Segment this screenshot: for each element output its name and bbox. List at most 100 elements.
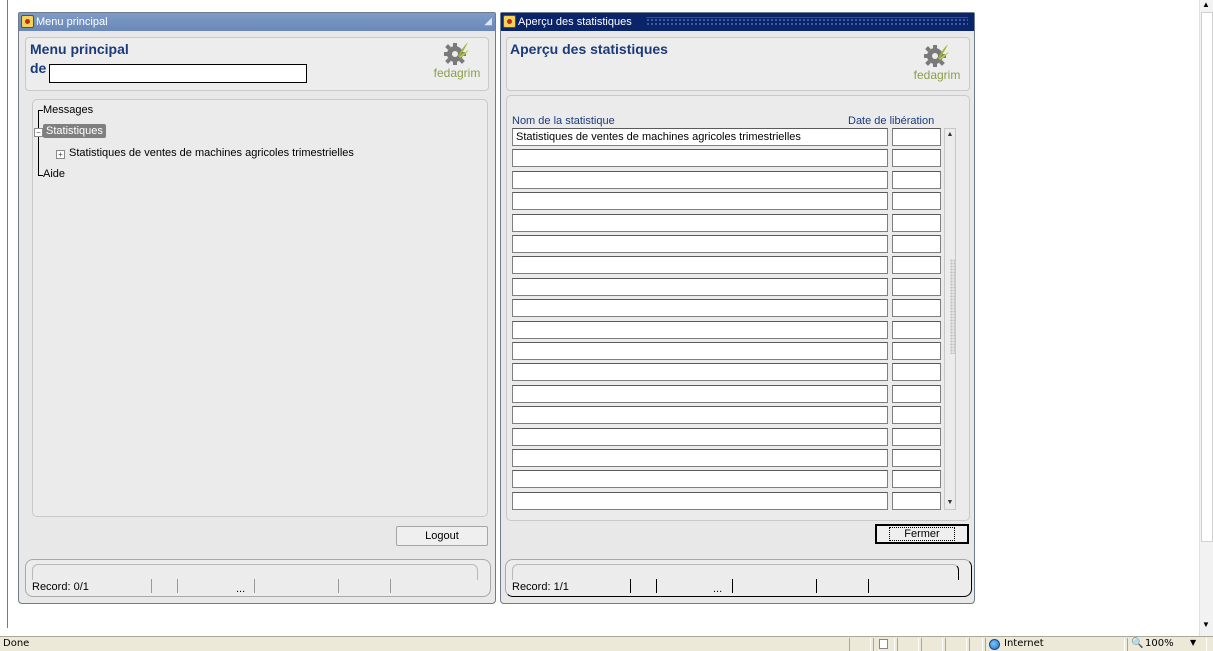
stat-date-cell[interactable] (892, 192, 941, 210)
stat-name-cell[interactable] (512, 428, 888, 446)
stat-name-cell[interactable] (512, 192, 888, 210)
stat-name-cell[interactable] (512, 363, 888, 381)
scroll-down-icon[interactable]: ▼ (945, 497, 955, 509)
status-divider (177, 579, 178, 593)
stat-date-cell[interactable] (892, 492, 941, 510)
tree-item-aide[interactable]: Aide (43, 168, 65, 180)
status-divider (338, 579, 339, 593)
apercu-statistiques-window: Aperçu des statistiques Aperçu des stati… (500, 12, 975, 604)
stat-name-cell[interactable] (512, 235, 888, 253)
stat-name-cell[interactable] (512, 256, 888, 274)
titlebar-pattern (646, 17, 968, 27)
forms-app-icon (21, 15, 34, 28)
status-divider (390, 579, 391, 593)
stat-date-cell[interactable] (892, 363, 941, 381)
fermer-label: Fermer (889, 527, 955, 541)
tree-item-messages[interactable]: Messages (43, 104, 93, 116)
stat-name-cell[interactable] (512, 214, 888, 232)
browser-status-bar: Done Internet 🔍 100% ▼ (0, 636, 1213, 651)
window-title: Menu principal (36, 16, 108, 28)
page-icon (879, 639, 888, 649)
stat-name-cell[interactable] (512, 278, 888, 296)
page-scrollbar[interactable]: ▲ ▼ (1199, 0, 1213, 636)
stat-date-cell[interactable] (892, 342, 941, 360)
page-scroll-down-icon[interactable]: ▼ (1202, 620, 1210, 630)
stat-date-cell[interactable] (892, 278, 941, 296)
stats-table-panel: Nom de la statistique Date de libération… (506, 95, 970, 521)
status-bar: Record: 0/1 ... (25, 559, 491, 597)
expand-icon[interactable]: + (56, 150, 65, 159)
logo-text: fedagrim (913, 68, 961, 82)
status-pane (921, 638, 943, 651)
table-scrollbar[interactable]: ▲ ▼ (944, 128, 956, 510)
status-divider (151, 579, 152, 593)
status-pane (897, 638, 919, 651)
stat-name-cell[interactable] (512, 299, 888, 317)
zoom-level: 100% (1145, 638, 1174, 649)
status-bar: Record: 1/1 ... (505, 559, 972, 597)
gear-wheat-icon (444, 42, 469, 65)
stat-date-cell[interactable] (892, 171, 941, 189)
menu-principal-window: Menu principal ◢ Menu principal de fedag… (18, 12, 496, 604)
column-header-name: Nom de la statistique (512, 115, 615, 127)
stat-date-cell[interactable] (892, 299, 941, 317)
fedagrim-logo: fedagrim (910, 42, 964, 88)
tree-item-stats-trimestrielles[interactable]: Statistiques de ventes de machines agric… (69, 147, 354, 159)
stat-name-cell[interactable] (512, 492, 888, 510)
content-border (7, 0, 8, 628)
stat-name-cell[interactable] (512, 470, 888, 488)
stat-date-cell[interactable] (892, 321, 941, 339)
status-message-area (512, 564, 959, 580)
stat-name-cell[interactable]: Statistiques de ventes de machines agric… (512, 128, 888, 146)
scroll-thumb[interactable] (950, 259, 955, 354)
stat-date-cell[interactable] (892, 256, 941, 274)
stat-name-cell[interactable] (512, 449, 888, 467)
menu-principal-titlebar[interactable]: Menu principal ◢ (19, 13, 495, 31)
status-done-text: Done (3, 638, 30, 649)
stat-date-cell[interactable] (892, 428, 941, 446)
stat-name-cell[interactable] (512, 342, 888, 360)
zoom-icon: 🔍 (1131, 638, 1144, 649)
status-pane (873, 638, 895, 651)
page-title: Aperçu des statistiques (510, 41, 668, 57)
zoom-pane[interactable]: 🔍 100% ▼ (1127, 638, 1207, 651)
apercu-header-panel: Aperçu des statistiques fedagrim (506, 37, 970, 91)
forms-app-icon (503, 15, 516, 28)
stat-date-cell[interactable] (892, 470, 941, 488)
scroll-up-icon[interactable]: ▲ (945, 129, 955, 141)
page-scroll-thumb[interactable] (1201, 12, 1213, 542)
status-message-area (32, 564, 478, 580)
status-divider (732, 579, 733, 593)
de-label: de (30, 60, 47, 76)
fermer-button[interactable]: Fermer (875, 524, 969, 544)
menu-header-panel: Menu principal de fedagrim (25, 37, 489, 91)
logout-button[interactable]: Logout (396, 526, 488, 546)
collapse-icon[interactable]: − (34, 128, 43, 137)
status-ellipsis: ... (236, 583, 246, 595)
de-input[interactable] (49, 64, 307, 83)
fedagrim-logo: fedagrim (430, 40, 484, 86)
stat-date-cell[interactable] (892, 385, 941, 403)
stat-date-cell[interactable] (892, 235, 941, 253)
stat-name-cell[interactable] (512, 406, 888, 424)
column-header-date: Date de libération (848, 115, 935, 127)
tree-item-statistiques[interactable]: Statistiques (43, 124, 106, 138)
resize-icon[interactable]: ◢ (484, 16, 492, 28)
stat-date-cell[interactable] (892, 149, 941, 167)
stat-name-cell[interactable] (512, 149, 888, 167)
stat-name-cell[interactable] (512, 321, 888, 339)
stat-date-cell[interactable] (892, 128, 941, 146)
zone-text: Internet (1004, 638, 1044, 649)
stat-date-cell[interactable] (892, 214, 941, 232)
logo-text: fedagrim (433, 66, 481, 80)
record-count: Record: 1/1 (512, 581, 569, 593)
stat-date-cell[interactable] (892, 449, 941, 467)
apercu-titlebar[interactable]: Aperçu des statistiques (501, 13, 974, 31)
status-divider (868, 579, 869, 593)
zoom-dropdown-icon[interactable]: ▼ (1190, 638, 1196, 647)
zone-pane: Internet (985, 638, 1125, 651)
page-scroll-up-icon[interactable]: ▲ (1202, 0, 1210, 10)
stat-name-cell[interactable] (512, 385, 888, 403)
stat-name-cell[interactable] (512, 171, 888, 189)
stat-date-cell[interactable] (892, 406, 941, 424)
